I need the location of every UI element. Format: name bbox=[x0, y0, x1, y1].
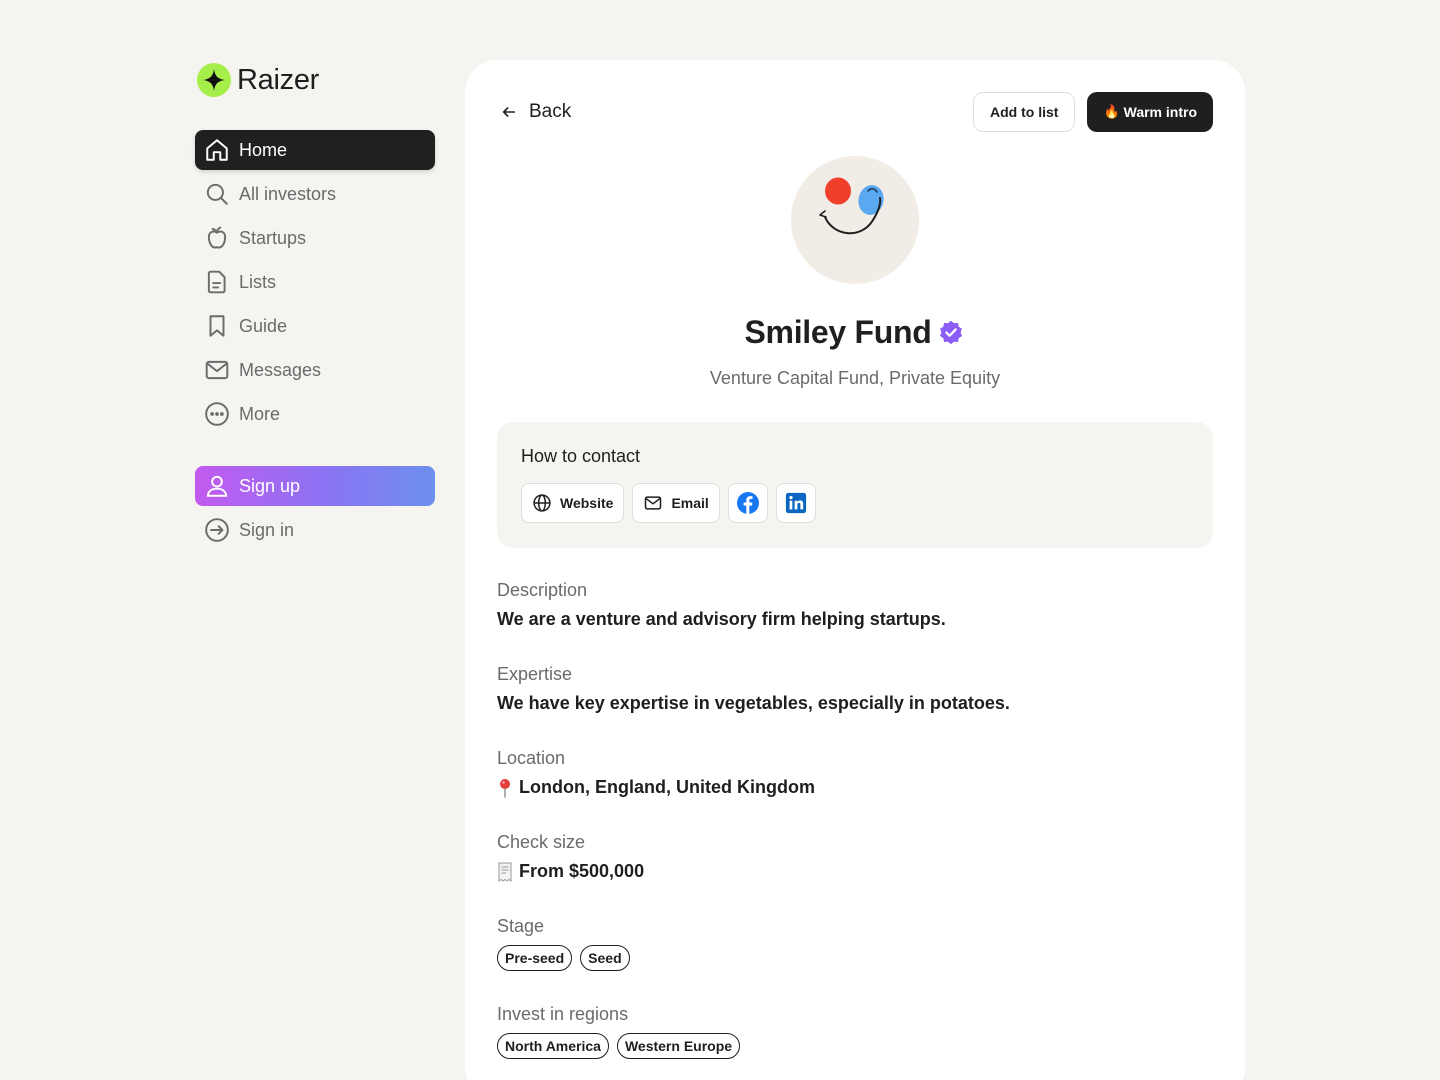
region-tag: Western Europe bbox=[616, 1033, 741, 1059]
nav-label: All investors bbox=[239, 183, 337, 204]
warm-intro-label: Warm intro bbox=[1123, 104, 1197, 120]
email-label: Email bbox=[671, 495, 709, 511]
fire-icon: 🔥 bbox=[1103, 104, 1120, 119]
sign-in-icon bbox=[203, 516, 231, 544]
nav-item-more[interactable]: More bbox=[195, 394, 435, 434]
description-section: Description We are a venture and advisor… bbox=[497, 580, 1213, 630]
home-icon bbox=[203, 136, 231, 164]
check-size-value: From $500,000 bbox=[497, 861, 1213, 882]
signup-button[interactable]: Sign up bbox=[195, 466, 435, 506]
nav-item-lists[interactable]: Lists bbox=[195, 262, 435, 302]
arrow-left-icon bbox=[501, 104, 517, 120]
verified-badge-icon bbox=[937, 319, 965, 347]
description-text: We are a venture and advisory firm helpi… bbox=[497, 609, 946, 629]
contact-title: How to contact bbox=[521, 446, 641, 466]
website-label: Website bbox=[560, 495, 614, 511]
contact-options: Website Email bbox=[521, 483, 1189, 523]
more-icon bbox=[203, 400, 231, 428]
nav-label: Guide bbox=[239, 315, 288, 336]
receipt-icon bbox=[497, 862, 513, 882]
brand-name: Raizer bbox=[237, 63, 319, 96]
stage-section: Stage Pre-seed Seed bbox=[497, 916, 1213, 971]
topbar: Back Add to list 🔥 Warm intro bbox=[497, 92, 1213, 132]
globe-icon bbox=[532, 493, 552, 513]
regions-section: Invest in regions North America Western … bbox=[497, 1004, 1213, 1059]
pin-icon bbox=[497, 778, 513, 798]
profile-name-row: Smiley Fund bbox=[465, 314, 1245, 351]
nav-label: Lists bbox=[239, 271, 277, 292]
linkedin-icon bbox=[785, 492, 807, 514]
warm-intro-button[interactable]: 🔥 Warm intro bbox=[1087, 92, 1213, 132]
nav-item-messages[interactable]: Messages bbox=[195, 350, 435, 390]
check-size-text: From $500,000 bbox=[519, 861, 645, 881]
signin-label: Sign in bbox=[239, 519, 295, 540]
contact-panel: How to contact Website Email bbox=[497, 422, 1213, 548]
expertise-section: Expertise We have key expertise in veget… bbox=[497, 664, 1213, 714]
nav-item-startups[interactable]: Startups bbox=[195, 218, 435, 258]
sidebar: Raizer Home All investors Startups Lists bbox=[195, 60, 435, 554]
search-icon bbox=[203, 180, 231, 208]
stage-tag: Seed bbox=[580, 945, 630, 971]
bookmark-icon bbox=[203, 312, 231, 340]
smiley-avatar-icon bbox=[819, 177, 884, 235]
location-text: London, England, United Kingdom bbox=[519, 777, 815, 797]
nav-spacer bbox=[195, 438, 435, 466]
stage-tags: Pre-seed Seed bbox=[497, 945, 1213, 971]
sparkle-logo-icon bbox=[197, 63, 231, 97]
nav-label: Home bbox=[239, 139, 288, 160]
expertise-text: We have key expertise in vegetables, esp… bbox=[497, 693, 1010, 713]
nav-label: Startups bbox=[239, 227, 307, 248]
user-icon bbox=[203, 472, 231, 500]
check-size-label: Check size bbox=[497, 832, 586, 852]
document-icon bbox=[203, 268, 231, 296]
nav-label: More bbox=[239, 403, 281, 424]
region-tags: North America Western Europe bbox=[497, 1033, 1213, 1059]
location-section: Location London, England, United Kingdom bbox=[497, 748, 1213, 798]
stage-label: Stage bbox=[497, 916, 545, 936]
location-label: Location bbox=[497, 748, 566, 768]
add-to-list-button[interactable]: Add to list bbox=[973, 92, 1076, 132]
location-value: London, England, United Kingdom bbox=[497, 777, 1213, 798]
back-label: Back bbox=[529, 101, 572, 122]
signup-label: Sign up bbox=[239, 475, 301, 496]
mail-icon bbox=[203, 356, 231, 384]
expertise-label: Expertise bbox=[497, 664, 573, 684]
nav-label: Messages bbox=[239, 359, 322, 380]
nav-item-guide[interactable]: Guide bbox=[195, 306, 435, 346]
signin-button[interactable]: Sign in bbox=[195, 510, 435, 550]
check-size-section: Check size From $500,000 bbox=[497, 832, 1213, 882]
mail-icon bbox=[643, 493, 663, 513]
nav-item-all-investors[interactable]: All investors bbox=[195, 174, 435, 214]
facebook-icon bbox=[736, 491, 760, 515]
investor-profile-card: Back Add to list 🔥 Warm intro Smiley Fun… bbox=[465, 60, 1245, 1080]
website-button[interactable]: Website bbox=[521, 483, 625, 523]
nav-item-home[interactable]: Home bbox=[195, 130, 435, 170]
profile-name: Smiley Fund bbox=[744, 314, 932, 350]
apple-icon bbox=[203, 224, 231, 252]
regions-label: Invest in regions bbox=[497, 1004, 629, 1024]
profile-subtitle: Venture Capital Fund, Private Equity bbox=[709, 368, 1001, 388]
stage-tag: Pre-seed bbox=[497, 945, 573, 971]
main-nav: Home All investors Startups Lists Guide bbox=[195, 130, 435, 550]
facebook-button[interactable] bbox=[727, 483, 768, 523]
region-tag: North America bbox=[497, 1033, 609, 1059]
logo[interactable]: Raizer bbox=[195, 60, 435, 100]
linkedin-button[interactable] bbox=[775, 483, 816, 523]
add-to-list-label: Add to list bbox=[990, 104, 1059, 120]
top-actions: Add to list 🔥 Warm intro bbox=[973, 92, 1213, 132]
back-button[interactable]: Back bbox=[497, 101, 571, 123]
description-label: Description bbox=[497, 580, 588, 600]
email-button[interactable]: Email bbox=[632, 483, 720, 523]
avatar bbox=[791, 156, 919, 284]
